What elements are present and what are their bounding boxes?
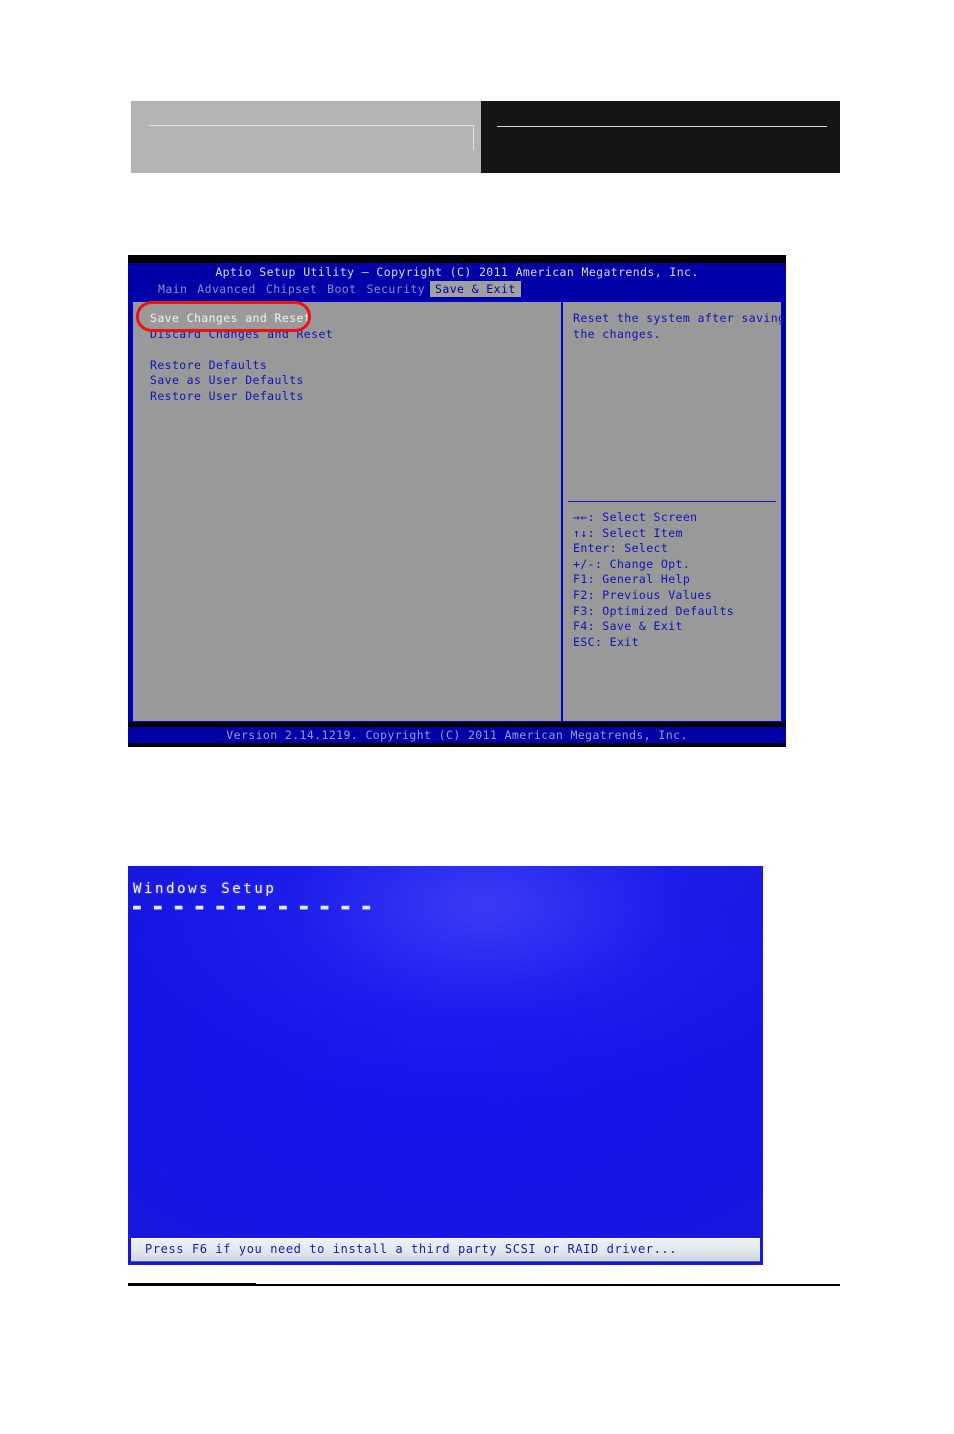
bios-tab-advanced[interactable]: Advanced bbox=[192, 281, 261, 297]
windows-setup-screenshot: Windows Setup ▬ ▬ ▬ ▬ ▬ ▬ ▬ ▬ ▬ ▬ ▬ ▬ Pr… bbox=[128, 866, 763, 1265]
bios-menu-item-save-changes-and-reset[interactable]: Save Changes and Reset bbox=[147, 311, 315, 327]
bios-menu-list[interactable]: Save Changes and Reset Discard Changes an… bbox=[147, 311, 547, 405]
bios-help-separator bbox=[568, 501, 776, 502]
bios-key-legend-line: F1: General Help bbox=[573, 572, 691, 587]
bios-tab-main[interactable]: Main bbox=[153, 281, 192, 297]
bios-menu-spacer bbox=[147, 342, 547, 358]
footer-rule-thick bbox=[128, 1283, 256, 1286]
page-header-band bbox=[131, 101, 840, 173]
bios-help-pane: Reset the system after saving the changes… bbox=[562, 301, 786, 722]
windows-setup-title: Windows Setup bbox=[133, 881, 277, 897]
footer-rule-thin bbox=[256, 1284, 840, 1286]
bios-title-bar: Aptio Setup Utility – Copyright (C) 2011… bbox=[128, 263, 786, 281]
bios-tab-chipset[interactable]: Chipset bbox=[261, 281, 322, 297]
bios-menu-item-restore-user-defaults[interactable]: Restore User Defaults bbox=[147, 389, 307, 405]
bios-key-legend-line: F2: Previous Values bbox=[573, 587, 713, 602]
bios-tab-security[interactable]: Security bbox=[361, 281, 430, 297]
header-gray-tick bbox=[473, 125, 474, 150]
bios-menu-item-discard-changes-and-reset[interactable]: Discard Changes and Reset bbox=[147, 327, 336, 343]
bios-key-legend-line: ESC: Exit bbox=[573, 634, 639, 649]
bios-key-legend: →←: Select Screen ↑↓: Select Item Enter: S… bbox=[573, 510, 778, 650]
bios-menu-item-save-as-user-defaults[interactable]: Save as User Defaults bbox=[147, 373, 307, 389]
header-black-rule bbox=[497, 126, 827, 127]
bios-help-line: Reset the system after saving bbox=[573, 311, 786, 325]
header-block-black bbox=[481, 101, 840, 173]
windows-setup-status-text: Press F6 if you need to install a third … bbox=[145, 1242, 678, 1256]
bios-help-line: the changes. bbox=[573, 326, 661, 341]
bios-tab-save-exit[interactable]: Save & Exit bbox=[430, 281, 521, 297]
bios-key-legend-line: Enter: Select bbox=[573, 541, 669, 556]
bios-help-text: Reset the system after saving the changes… bbox=[573, 311, 786, 342]
bios-menu-pane: Save Changes and Reset Discard Changes an… bbox=[132, 301, 562, 722]
bios-footer-version: Version 2.14.1219. Copyright (C) 2011 Am… bbox=[128, 727, 786, 743]
bios-menu-item-restore-defaults[interactable]: Restore Defaults bbox=[147, 358, 270, 374]
bios-key-legend-line: ↑↓: Select Item bbox=[573, 525, 683, 540]
bios-key-legend-line: F3: Optimized Defaults bbox=[573, 603, 735, 618]
bios-key-legend-line: +/-: Change Opt. bbox=[573, 556, 691, 571]
header-gray-rule bbox=[149, 125, 474, 126]
header-block-gray bbox=[131, 101, 481, 173]
bios-key-legend-line: →←: Select Screen bbox=[573, 510, 698, 524]
windows-setup-title-underline: ▬ ▬ ▬ ▬ ▬ ▬ ▬ ▬ ▬ ▬ ▬ ▬ bbox=[133, 900, 373, 915]
bios-tab-bar[interactable]: Main Advanced Chipset Boot Security Save & Ex… bbox=[128, 281, 786, 297]
bios-key-legend-line: F4: Save & Exit bbox=[573, 619, 683, 634]
bios-setup-screenshot: Aptio Setup Utility – Copyright (C) 2011… bbox=[128, 255, 786, 747]
windows-setup-status-bar: Press F6 if you need to install a third … bbox=[131, 1238, 760, 1262]
bios-tab-boot[interactable]: Boot bbox=[322, 281, 361, 297]
